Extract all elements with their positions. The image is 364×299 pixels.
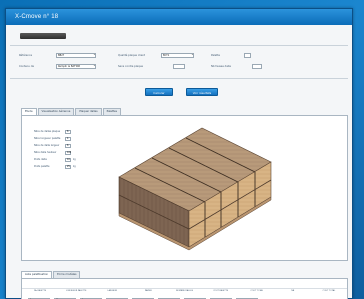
window-title: X-Cmove n° 18 bbox=[6, 9, 352, 25]
column-header: LARGEUR bbox=[107, 290, 118, 292]
grid-header: Nb PALETTE LONGUEUR PALETTE LARGEUR PAPI… bbox=[22, 288, 347, 296]
tab-ecrire-modeles[interactable]: Ecrire modèles bbox=[53, 271, 81, 278]
column-header: COUT PALETTE bbox=[213, 290, 228, 292]
tab-visualisation[interactable]: Visualisation Aérienne bbox=[37, 108, 75, 115]
column-header: PAPIER bbox=[144, 290, 152, 292]
column-header: NB bbox=[291, 290, 295, 292]
qualite-select[interactable]: BCT1 bbox=[161, 53, 194, 58]
toolbar-strip[interactable] bbox=[20, 33, 66, 39]
palettisation-grid: Nb PALETTE LONGUEUR PALETTE LARGEUR PAPI… bbox=[21, 278, 348, 299]
contenu-select[interactable]: Remplir le BATTAB bbox=[56, 64, 96, 69]
sens-label: Sens contre plaque bbox=[118, 65, 144, 68]
tab-palettes[interactable]: Palettes bbox=[102, 108, 121, 115]
column-header: NOMBRE DALLES bbox=[175, 290, 194, 292]
palette-label: Palette bbox=[211, 54, 220, 57]
column-header: COUT TOTAL bbox=[322, 290, 336, 292]
reference-select[interactable]: BB27 bbox=[56, 53, 96, 58]
bottom-tabs: Liste palettisation Ecrire modèles bbox=[21, 271, 81, 278]
contenu-label: Contenu de bbox=[19, 65, 35, 68]
column-header: COUT TOTAL bbox=[250, 290, 264, 292]
palette-field[interactable] bbox=[244, 53, 251, 58]
pallet-3d-view bbox=[118, 127, 272, 251]
divider bbox=[10, 78, 348, 79]
application-window: X-Cmove n° 18 Référence BB27 Contenu de … bbox=[5, 8, 353, 299]
reference-label: Référence bbox=[19, 54, 33, 57]
tab-liste-palettisation[interactable]: Liste palettisation bbox=[21, 271, 53, 278]
nb-fausse-label: Nb fausse dalle bbox=[211, 65, 231, 68]
main-tabs: Etude Visualisation Aérienne Plaquer dal… bbox=[21, 108, 121, 115]
sens-field[interactable] bbox=[173, 64, 185, 69]
tab-plaquer[interactable]: Plaquer dalles bbox=[75, 108, 102, 115]
column-header: LONGUEUR PALETTE bbox=[65, 290, 87, 292]
divider bbox=[10, 45, 348, 46]
nb-fausse-field[interactable] bbox=[252, 64, 262, 69]
tab-etude[interactable]: Etude bbox=[21, 108, 37, 115]
column-header: Nb PALETTE bbox=[34, 290, 46, 292]
calculer-button[interactable]: Calculer bbox=[145, 88, 173, 96]
etude-panel: Nbre de dalles plaque 8 Nbre longueur pa… bbox=[21, 115, 348, 261]
voir-resultats-button[interactable]: Voir résultats bbox=[186, 88, 218, 96]
qualite-label: Qualité plaque client bbox=[118, 54, 145, 57]
